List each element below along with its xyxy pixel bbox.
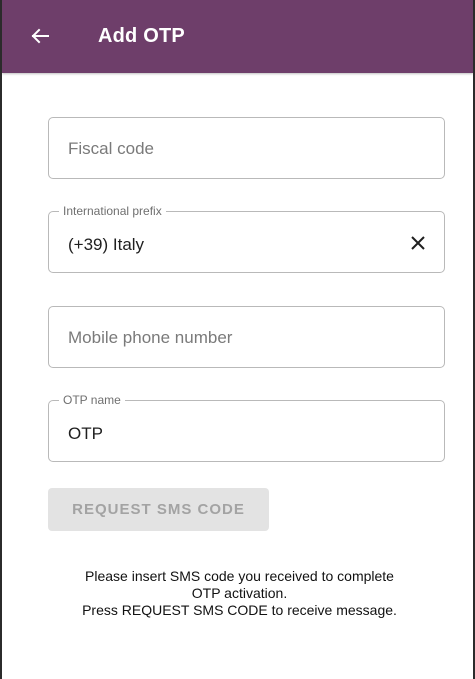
- international-prefix-label: International prefix: [59, 204, 166, 219]
- request-sms-code-button[interactable]: REQUEST SMS CODE: [48, 488, 269, 531]
- back-button[interactable]: [24, 20, 56, 52]
- info-line-1: Please insert SMS code you received to c…: [85, 568, 394, 584]
- info-line-3: Press REQUEST SMS CODE to receive messag…: [82, 602, 397, 618]
- fiscal-code-placeholder: Fiscal code: [68, 139, 154, 158]
- mobile-phone-placeholder: Mobile phone number: [68, 328, 233, 347]
- app-bar: Add OTP: [2, 0, 473, 73]
- close-icon: [411, 236, 425, 250]
- mobile-phone-field[interactable]: Mobile phone number: [48, 306, 445, 368]
- otp-name-value: OTP: [68, 424, 103, 443]
- otp-name-field[interactable]: OTP name OTP: [48, 393, 445, 462]
- add-otp-screen: Add OTP Fiscal code International prefix…: [0, 0, 475, 679]
- arrow-left-icon: [31, 28, 49, 44]
- international-prefix-select[interactable]: International prefix (+39) Italy: [48, 204, 445, 273]
- clear-prefix-button[interactable]: [406, 231, 430, 255]
- otp-name-label: OTP name: [59, 393, 125, 408]
- fiscal-code-field[interactable]: Fiscal code: [48, 117, 445, 179]
- page-title: Add OTP: [98, 25, 185, 47]
- international-prefix-value: (+39) Italy: [68, 235, 145, 254]
- info-line-2: OTP activation.: [191, 585, 288, 601]
- info-text: Please insert SMS code you received to c…: [26, 568, 453, 619]
